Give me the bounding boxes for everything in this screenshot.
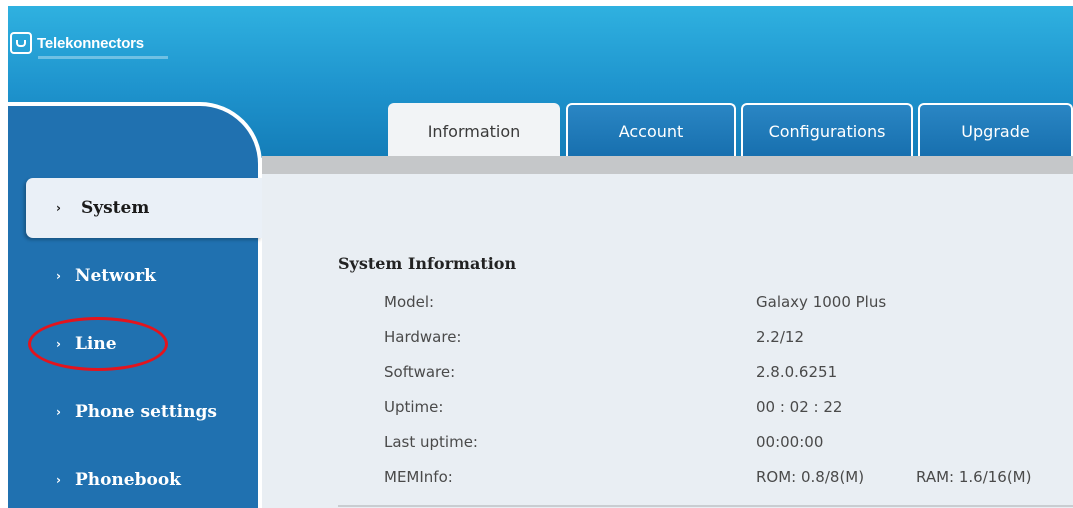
brand-name: Telekonnectors (37, 34, 144, 52)
brand-logo: Telekonnectors (10, 32, 144, 54)
chevron-right-icon: › (56, 405, 61, 419)
info-label: Hardware: (384, 328, 462, 346)
phone-logo-icon (10, 32, 32, 54)
sidebar-item-label: Network (74, 266, 156, 286)
sidebar-item-line[interactable]: › Line (8, 314, 117, 374)
info-value: Galaxy 1000 Plus (756, 293, 887, 311)
tab-information[interactable]: Information (388, 103, 560, 159)
info-row-software: Software: 2.8.0.6251 (262, 363, 1073, 393)
tab-upgrade[interactable]: Upgrade (918, 103, 1073, 157)
app-window: Telekonnectors › System › Network › Line… (8, 6, 1073, 508)
sidebar-item-system[interactable]: › System (26, 178, 262, 238)
sidebar-item-label: Phone settings (74, 402, 217, 422)
tab-account[interactable]: Account (566, 103, 736, 157)
tab-configurations[interactable]: Configurations (741, 103, 913, 157)
info-value-rom: ROM: 0.8/8(M) (756, 468, 865, 486)
info-label: Software: (384, 363, 456, 381)
sidebar-item-label: Line (74, 334, 117, 354)
info-label: Uptime: (384, 398, 444, 416)
divider (338, 505, 1073, 507)
chevron-right-icon: › (56, 269, 61, 283)
info-row-uptime: Uptime: 00 : 02 : 22 (262, 398, 1073, 428)
chevron-right-icon: › (56, 201, 61, 215)
chevron-right-icon: › (56, 337, 61, 351)
info-label: Model: (384, 293, 435, 311)
sidebar-item-label: Phonebook (74, 470, 181, 490)
info-row-meminfo: MEMInfo: ROM: 0.8/8(M) RAM: 1.6/16(M) (262, 468, 1073, 498)
sidebar-item-network[interactable]: › Network (8, 246, 156, 306)
info-value-ram: RAM: 1.6/16(M) (916, 468, 1032, 486)
sidebar-item-phonebook[interactable]: › Phonebook (8, 450, 181, 508)
section-title: System Information (338, 254, 517, 273)
brand-tagline-mark (38, 56, 168, 59)
info-row-model: Model: Galaxy 1000 Plus (262, 293, 1073, 323)
info-value: 2.8.0.6251 (756, 363, 838, 381)
info-row-last-uptime: Last uptime: 00:00:00 (262, 433, 1073, 463)
main-content: System Information Model: Galaxy 1000 Pl… (262, 174, 1073, 508)
info-value: 2.2/12 (756, 328, 804, 346)
info-label: MEMInfo: (384, 468, 453, 486)
sidebar-item-label: System (80, 198, 150, 218)
sidebar-item-phone-settings[interactable]: › Phone settings (8, 382, 217, 442)
info-value: 00:00:00 (756, 433, 824, 451)
tab-underline-bar (262, 156, 1073, 174)
chevron-right-icon: › (56, 473, 61, 487)
info-label: Last uptime: (384, 433, 478, 451)
info-value: 00 : 02 : 22 (756, 398, 843, 416)
info-row-hardware: Hardware: 2.2/12 (262, 328, 1073, 358)
